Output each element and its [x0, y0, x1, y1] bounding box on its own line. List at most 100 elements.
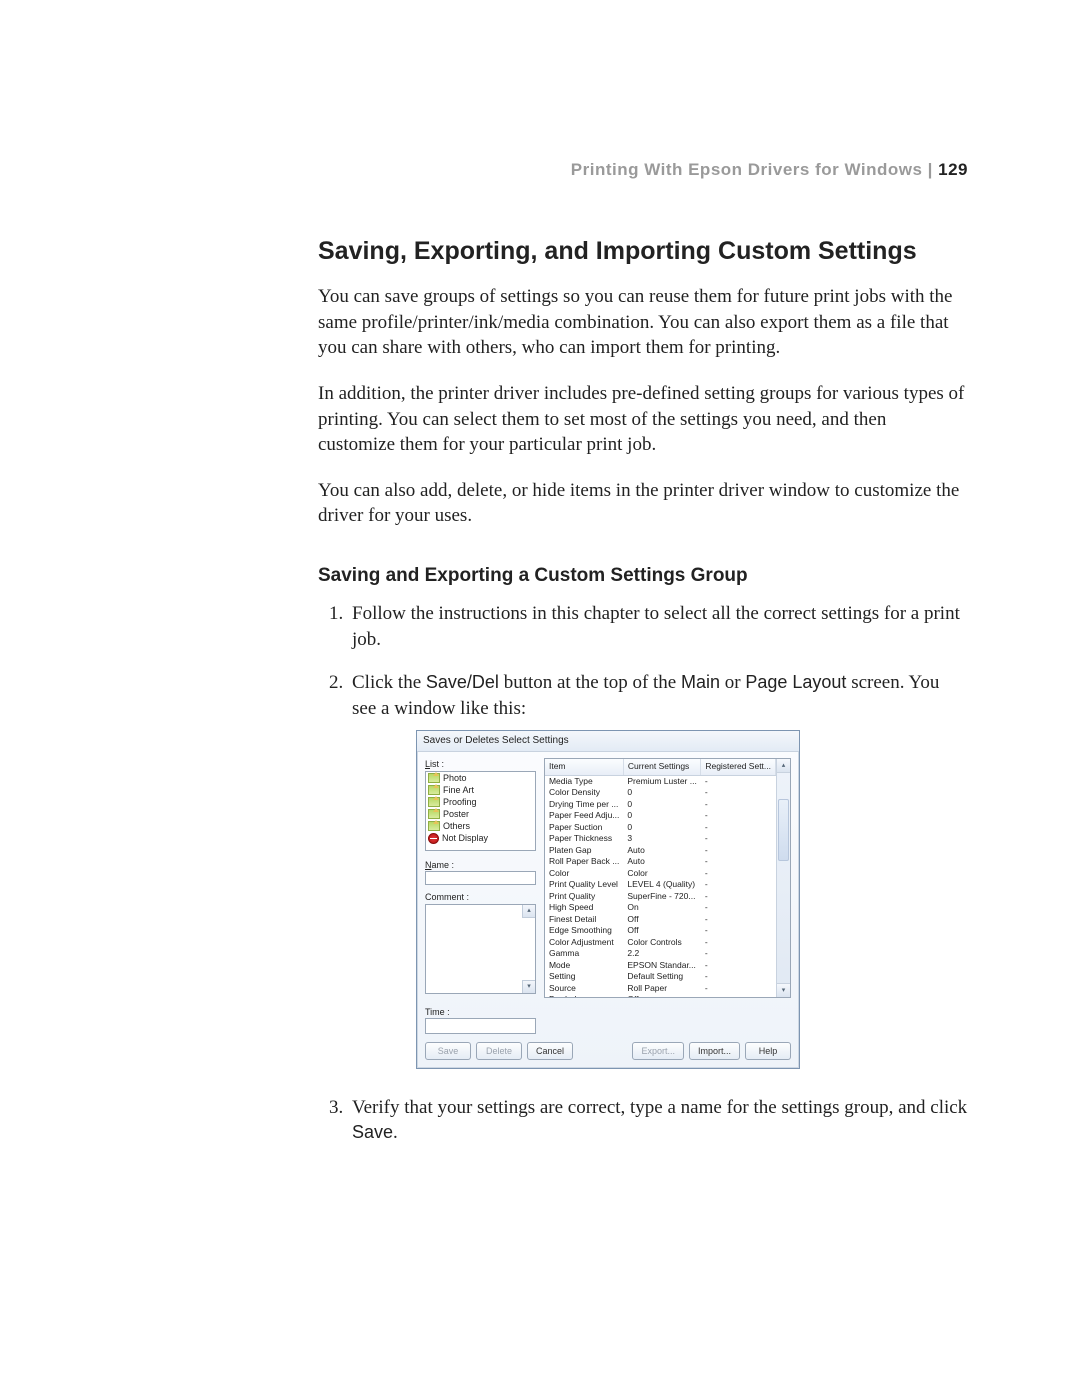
time-label: Time : [425, 1007, 450, 1017]
comment-input[interactable]: ▴ ▾ [425, 904, 536, 994]
step-3: Verify that your settings are correct, t… [348, 1095, 968, 1146]
table-cell: Off [623, 914, 700, 926]
col-item[interactable]: Item [545, 759, 623, 775]
save-del-term: Save/Del [426, 672, 499, 692]
table-row[interactable]: Platen GapAuto- [545, 845, 776, 857]
table-cell: - [701, 983, 776, 995]
table-row[interactable]: Finest DetailOff- [545, 914, 776, 926]
list-item[interactable]: Not Display [426, 832, 535, 844]
delete-button[interactable]: Delete [476, 1042, 522, 1060]
table-cell: LEVEL 4 (Quality) [623, 879, 700, 891]
help-button[interactable]: Help [745, 1042, 791, 1060]
list-item[interactable]: Others [426, 820, 535, 832]
table-row[interactable]: Paper Suction0- [545, 822, 776, 834]
settings-table-wrap: Item Current Settings Registered Sett...… [544, 758, 791, 998]
table-cell: Color [623, 868, 700, 880]
table-row[interactable]: ColorColor- [545, 868, 776, 880]
step-2-text-b: button at the top of the [499, 672, 681, 693]
scroll-up-icon[interactable]: ▴ [522, 905, 535, 918]
name-label: Name : [425, 860, 454, 870]
table-cell: On [623, 902, 700, 914]
scroll-thumb[interactable] [778, 799, 789, 861]
table-cell: Mode [545, 960, 623, 972]
dialog-right-pane: Item Current Settings Registered Sett...… [544, 758, 791, 1034]
table-cell: 0 [623, 799, 700, 811]
table-cell: Paper Feed Adju... [545, 810, 623, 822]
table-cell: Drying Time per ... [545, 799, 623, 811]
steps-list: Follow the instructions in this chapter … [318, 601, 968, 1146]
table-scrollbar[interactable]: ▴ ▾ [776, 759, 790, 997]
table-row[interactable]: Media TypePremium Luster ...- [545, 775, 776, 787]
table-cell: - [701, 822, 776, 834]
table-row[interactable]: Gamma2.2- [545, 948, 776, 960]
export-button[interactable]: Export... [632, 1042, 684, 1060]
table-cell: Premium Luster ... [623, 775, 700, 787]
table-row[interactable]: Color Density0- [545, 787, 776, 799]
list-item[interactable]: Poster [426, 808, 535, 820]
list-item[interactable]: Photo [426, 772, 535, 784]
table-cell: EPSON Standar... [623, 960, 700, 972]
time-display [425, 1018, 536, 1034]
col-current[interactable]: Current Settings [623, 759, 700, 775]
table-cell: - [701, 925, 776, 937]
save-term: Save [352, 1122, 393, 1142]
table-cell: - [701, 856, 776, 868]
table-cell: 2.2 [623, 948, 700, 960]
list-item-label: Others [443, 820, 470, 832]
table-row[interactable]: Drying Time per ...0- [545, 799, 776, 811]
photo-icon [428, 773, 440, 783]
table-cell: 3 [623, 833, 700, 845]
table-row[interactable]: Edge SmoothingOff- [545, 925, 776, 937]
table-row[interactable]: Print QualitySuperFine - 720...- [545, 891, 776, 903]
para-3: You can also add, delete, or hide items … [318, 478, 968, 529]
table-row[interactable]: Print Quality LevelLEVEL 4 (Quality)- [545, 879, 776, 891]
table-cell: Print Quality Level [545, 879, 623, 891]
table-row[interactable]: Color AdjustmentColor Controls- [545, 937, 776, 949]
list-item-label: Proofing [443, 796, 477, 808]
scroll-down-icon[interactable]: ▾ [522, 980, 535, 993]
table-cell: - [701, 879, 776, 891]
save-button[interactable]: Save [425, 1042, 471, 1060]
list-item-label: Fine Art [443, 784, 474, 796]
table-row[interactable]: ModeEPSON Standar...- [545, 960, 776, 972]
table-cell: Off [623, 994, 700, 997]
table-cell: - [701, 810, 776, 822]
table-cell: - [701, 914, 776, 926]
settings-table-pane[interactable]: Item Current Settings Registered Sett...… [545, 759, 776, 997]
settings-listbox[interactable]: Photo Fine Art Proofing Poster Others No… [425, 771, 536, 851]
name-field-row: Name : [425, 859, 536, 885]
dialog-title: Saves or Deletes Select Settings [417, 731, 799, 753]
table-row[interactable]: Paper Thickness3- [545, 833, 776, 845]
table-cell: Roll Paper Back ... [545, 856, 623, 868]
table-cell: Platen Gap [545, 845, 623, 857]
table-cell: - [701, 775, 776, 787]
table-cell: - [701, 891, 776, 903]
list-item[interactable]: Fine Art [426, 784, 535, 796]
name-input[interactable] [425, 871, 536, 885]
table-cell: 0 [623, 810, 700, 822]
step-2-text-a: Click the [352, 672, 426, 693]
table-row[interactable]: SettingDefault Setting- [545, 971, 776, 983]
table-row[interactable]: High SpeedOn- [545, 902, 776, 914]
scroll-down-icon[interactable]: ▾ [777, 983, 790, 997]
list-item[interactable]: Proofing [426, 796, 535, 808]
photo-icon [428, 785, 440, 795]
table-cell: Paper Thickness [545, 833, 623, 845]
page-layout-term: Page Layout [745, 672, 846, 692]
table-row[interactable]: BorderlessOff- [545, 994, 776, 997]
header-sep: | [922, 160, 938, 179]
import-button[interactable]: Import... [689, 1042, 740, 1060]
time-field-row: Time : [425, 1006, 536, 1034]
table-cell: 0 [623, 822, 700, 834]
table-cell: Color Controls [623, 937, 700, 949]
table-cell: Setting [545, 971, 623, 983]
cancel-button[interactable]: Cancel [527, 1042, 573, 1060]
dialog-button-bar: Save Delete Cancel Export... Import... H… [417, 1042, 799, 1068]
col-registered[interactable]: Registered Sett... [701, 759, 776, 775]
table-cell: Auto [623, 856, 700, 868]
table-row[interactable]: Paper Feed Adju...0- [545, 810, 776, 822]
scroll-up-icon[interactable]: ▴ [777, 759, 790, 773]
table-cell: Auto [623, 845, 700, 857]
table-row[interactable]: Roll Paper Back ...Auto- [545, 856, 776, 868]
table-row[interactable]: SourceRoll Paper- [545, 983, 776, 995]
